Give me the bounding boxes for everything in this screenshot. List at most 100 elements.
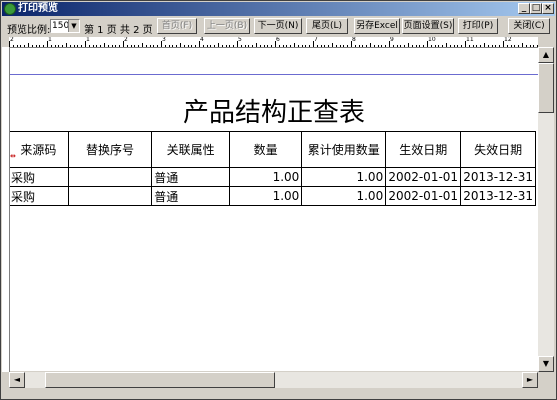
ruler-tick	[183, 45, 185, 47]
ruler-tick	[339, 45, 341, 47]
vertical-scroll-thumb[interactable]	[538, 63, 554, 113]
table-cell: 1.00	[301, 186, 387, 206]
ruler-tick	[39, 45, 41, 47]
maximize-icon[interactable]: □	[530, 3, 542, 14]
ruler-tick	[381, 45, 383, 47]
ruler-tick	[297, 45, 299, 47]
ruler-tick	[419, 45, 421, 47]
ruler-tick	[256, 43, 257, 47]
ruler-tick	[476, 45, 478, 47]
header-line	[10, 74, 538, 75]
ruler-tick	[62, 45, 64, 47]
ruler-tick	[278, 45, 280, 47]
ruler-tick	[100, 45, 102, 47]
first-page-button[interactable]: 首页(F)	[157, 18, 197, 34]
ruler-tick	[206, 45, 208, 47]
scroll-corner	[538, 372, 554, 388]
table-cell: 2013-12-31	[460, 167, 536, 187]
ruler-tick	[66, 43, 67, 47]
ruler-tick	[43, 45, 45, 47]
ruler-tick	[157, 45, 159, 47]
next-page-button[interactable]: 下一页(N)	[254, 18, 302, 34]
ruler-tick	[69, 45, 71, 47]
ruler-tick	[88, 45, 90, 47]
ruler-tick	[400, 45, 402, 47]
ruler-tick	[514, 45, 516, 47]
last-page-button[interactable]: 尾页(L)	[306, 18, 348, 34]
ruler-tick	[54, 45, 56, 47]
column-header: 来源码	[10, 131, 69, 168]
resize-marker-icon[interactable]: ⇹	[10, 152, 16, 160]
table-cell: 2002-01-01	[385, 186, 462, 206]
ruler-tick	[259, 45, 261, 47]
minimize-icon[interactable]: _	[518, 3, 530, 14]
close-button[interactable]: 关闭(C)	[508, 18, 550, 34]
ruler-tick	[104, 43, 105, 47]
ruler-tick	[115, 45, 117, 47]
ruler-tick	[142, 43, 143, 47]
horizontal-ruler: 211234567891011121314	[9, 37, 538, 48]
ruler-tick	[366, 45, 368, 47]
scroll-right-icon[interactable]: ►	[522, 372, 538, 388]
ruler-tick	[442, 45, 444, 47]
ruler-tick	[176, 45, 178, 47]
ruler-tick	[20, 45, 22, 47]
table-cell: 2002-01-01	[385, 167, 462, 187]
ruler-tick	[529, 45, 531, 47]
title-bar: 打印预览 _ □ ×	[2, 2, 555, 16]
table-cell: 普通	[151, 167, 230, 187]
ruler-label: 4	[200, 37, 204, 43]
ruler-label: 2	[124, 37, 128, 43]
ruler-tick	[525, 45, 527, 47]
ruler-tick	[96, 45, 98, 47]
ruler-tick	[332, 43, 333, 47]
ruler-tick	[119, 45, 121, 47]
print-button[interactable]: 打印(P)	[458, 18, 498, 34]
ruler-tick	[195, 45, 197, 47]
ruler-tick	[218, 43, 219, 47]
scroll-up-icon[interactable]: ▲	[538, 47, 554, 63]
horizontal-scroll-thumb[interactable]	[45, 372, 275, 388]
table-cell: 1.00	[228, 186, 303, 206]
column-header: 累计使用数量	[301, 131, 387, 168]
ruler-tick	[267, 45, 269, 47]
ruler-tick	[392, 45, 394, 47]
ruler-tick	[271, 45, 273, 47]
page-setup-button[interactable]: 页面设置(S)	[402, 18, 454, 34]
ruler-tick	[415, 45, 417, 47]
vertical-scrollbar[interactable]: ▲ ▼	[538, 47, 554, 372]
scroll-left-icon[interactable]: ◄	[9, 372, 25, 388]
horizontal-scrollbar[interactable]: ◄ ►	[9, 372, 538, 388]
scroll-down-icon[interactable]: ▼	[538, 356, 554, 372]
ruler-tick	[145, 45, 147, 47]
ruler-tick	[107, 45, 109, 47]
ruler-label: 3	[162, 37, 166, 43]
ruler-tick	[77, 45, 79, 47]
table-header-row: 来源码 替换序号 关联属性 数量 累计使用数量 生效日期 失效日期	[10, 131, 536, 168]
column-header: 替换序号	[67, 131, 153, 168]
prev-page-button[interactable]: 上一页(B)	[204, 18, 250, 34]
ruler-tick	[73, 45, 75, 47]
table-cell: 采购	[10, 186, 69, 206]
ruler-tick	[434, 45, 436, 47]
table-cell	[67, 186, 153, 206]
ruler-label: 7	[314, 37, 318, 43]
ruler-tick	[373, 45, 375, 47]
table-cell	[67, 167, 153, 187]
ruler-tick	[81, 45, 83, 47]
save-excel-button[interactable]: 另存Excel	[354, 18, 400, 34]
ruler-tick	[446, 43, 447, 47]
ruler-tick	[305, 45, 307, 47]
ruler-tick	[335, 45, 337, 47]
table-cell: 采购	[10, 167, 69, 187]
ruler-tick	[468, 45, 470, 47]
close-icon[interactable]: ×	[542, 3, 554, 14]
ruler-tick	[225, 45, 227, 47]
report-title: 产品结构正查表	[182, 98, 365, 128]
ruler-tick	[472, 45, 474, 47]
zoom-select[interactable]: 150% ▼	[50, 19, 80, 33]
ruler-tick	[385, 45, 387, 47]
chevron-down-icon[interactable]: ▼	[68, 20, 79, 32]
ruler-tick	[328, 45, 330, 47]
ruler-tick	[240, 45, 242, 47]
